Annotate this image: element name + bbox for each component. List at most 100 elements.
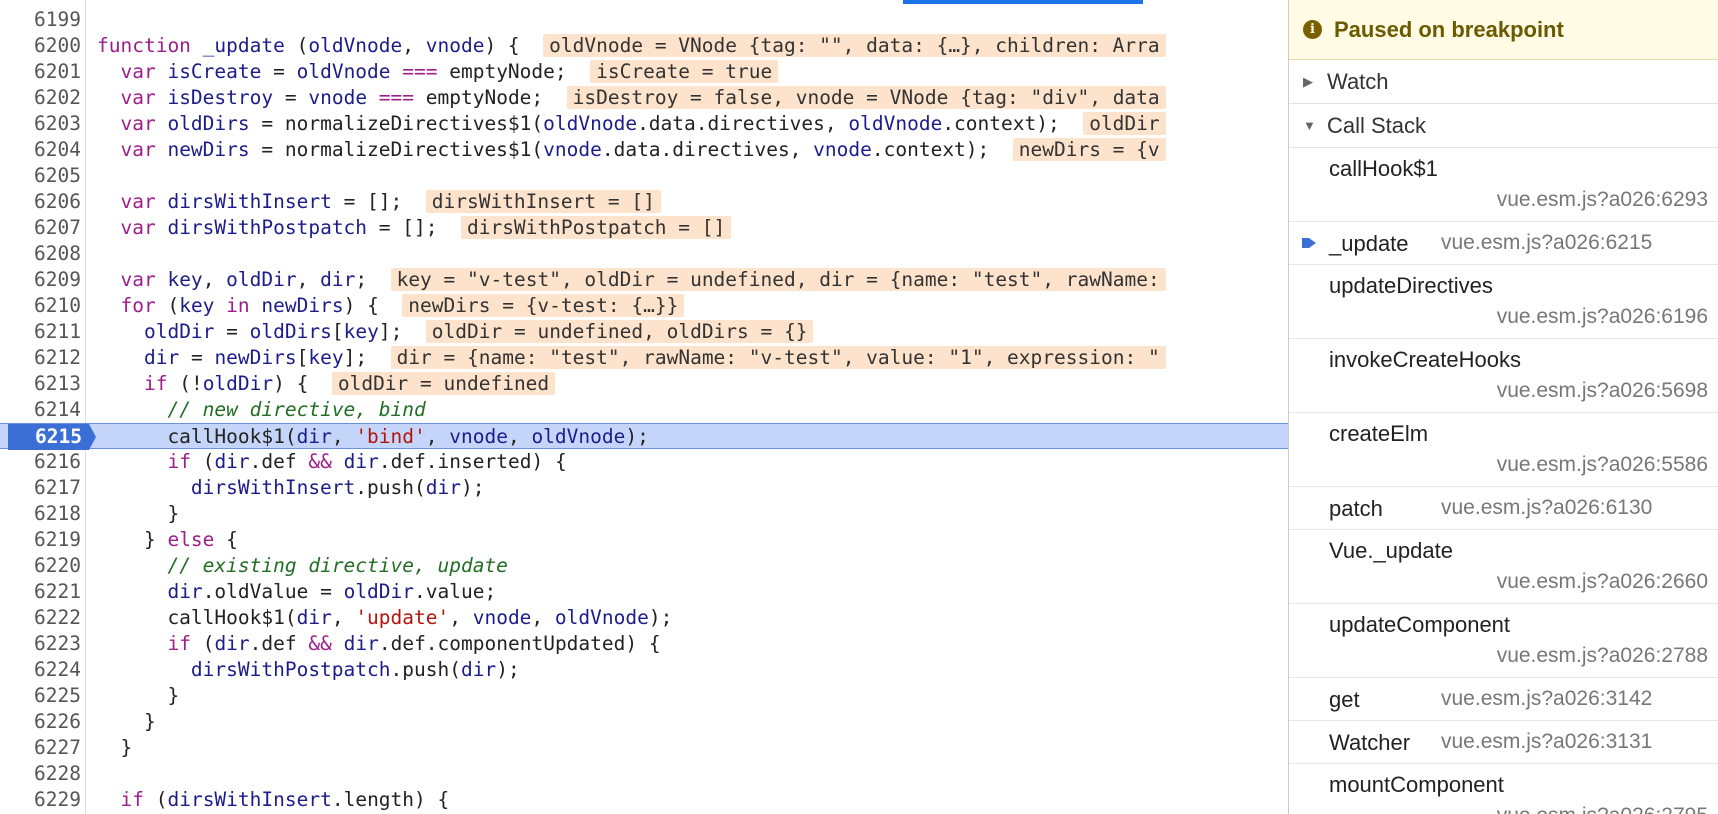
- frame-location-link[interactable]: vue.esm.js?a026:3142: [1441, 687, 1652, 711]
- call-stack-frame[interactable]: Vue._update vue.esm.js?a026:2660: [1289, 530, 1718, 604]
- code-token: 'bind': [355, 425, 426, 448]
- code-text: // existing directive, update: [97, 553, 507, 579]
- inline-variable-value: oldDir = undefined, oldDirs = {}: [425, 320, 814, 343]
- code-text: dir.oldValue = oldDir.value;: [97, 579, 496, 605]
- call-stack-section-header[interactable]: ▼ Call Stack: [1289, 104, 1718, 148]
- frame-location-link[interactable]: vue.esm.js?a026:5586: [1497, 453, 1708, 477]
- frame-location-link[interactable]: vue.esm.js?a026:3131: [1441, 730, 1652, 754]
- code-token: key: [308, 346, 344, 369]
- line-number[interactable]: 6203: [0, 111, 81, 137]
- line-number[interactable]: 6206: [0, 189, 81, 215]
- line-number[interactable]: 6217: [0, 475, 81, 501]
- code-token: newDirs: [214, 346, 297, 369]
- code-text: for (key in newDirs) { newDirs = {v-test…: [97, 293, 685, 319]
- line-number[interactable]: 6211: [0, 319, 81, 345]
- call-stack-frame[interactable]: mountComponent vue.esm.js?a026:2795: [1289, 764, 1718, 814]
- frame-location-link[interactable]: vue.esm.js?a026:6215: [1441, 231, 1652, 255]
- code-token: callHook$1(: [97, 606, 297, 629]
- line-number[interactable]: 6209: [0, 267, 81, 293]
- call-stack-frame[interactable]: updateComponent vue.esm.js?a026:2788: [1289, 604, 1718, 678]
- code-token: oldVnode: [848, 112, 943, 135]
- line-number[interactable]: 6226: [0, 709, 81, 735]
- call-stack-frame[interactable]: get vue.esm.js?a026:3142: [1289, 678, 1718, 721]
- line-number[interactable]: 6223: [0, 631, 81, 657]
- code-text: if (dir.def && dir.def.componentUpdated)…: [97, 631, 660, 657]
- line-number[interactable]: 6199: [0, 7, 81, 33]
- line-number[interactable]: 6228: [0, 761, 81, 787]
- code-token: vnode: [543, 138, 602, 161]
- call-stack-frame[interactable]: patch vue.esm.js?a026:6130: [1289, 487, 1718, 530]
- line-number[interactable]: 6225: [0, 683, 81, 709]
- code-token: .oldValue =: [202, 580, 344, 603]
- code-line: 6204 var newDirs = normalizeDirectives$1…: [0, 137, 1288, 163]
- code-token: (: [155, 788, 168, 811]
- code-token: ,: [425, 425, 450, 448]
- line-number[interactable]: 6218: [0, 501, 81, 527]
- code-text: dirsWithPostpatch.push(dir);: [97, 657, 520, 683]
- call-stack-frame[interactable]: callHook$1 vue.esm.js?a026:6293: [1289, 148, 1718, 222]
- line-number[interactable]: 6214: [0, 397, 81, 423]
- line-number[interactable]: 6202: [0, 85, 81, 111]
- line-number[interactable]: 6208: [0, 241, 81, 267]
- line-number[interactable]: 6224: [0, 657, 81, 683]
- line-number[interactable]: 6205: [0, 163, 81, 189]
- frame-location-link[interactable]: vue.esm.js?a026:2660: [1497, 570, 1708, 594]
- line-number[interactable]: 6229: [0, 787, 81, 813]
- code-token: ,: [531, 606, 555, 629]
- code-text: }: [97, 683, 179, 709]
- frame-location-link[interactable]: vue.esm.js?a026:6196: [1497, 305, 1708, 329]
- code-token: ===: [367, 86, 426, 109]
- call-stack-frame[interactable]: updateDirectives vue.esm.js?a026:6196: [1289, 265, 1718, 339]
- code-line: 6200 function _update (oldVnode, vnode) {…: [0, 33, 1288, 59]
- inline-variable-value: dirsWithInsert = []: [425, 190, 661, 213]
- code-token: );: [496, 658, 520, 681]
- code-token: dirsWithInsert: [190, 476, 356, 499]
- line-number[interactable]: 6213: [0, 371, 81, 397]
- code-line: 6201 var isCreate = oldVnode === emptyNo…: [0, 59, 1288, 85]
- source-code-panel[interactable]: 6199 6200 function _update (oldVnode, vnod…: [0, 0, 1288, 814]
- code-token: dir: [167, 580, 203, 603]
- code-token: ];: [378, 320, 426, 343]
- call-stack-frame[interactable]: invokeCreateHooks vue.esm.js?a026:5698: [1289, 339, 1718, 413]
- code-token: {: [226, 528, 238, 551]
- call-stack-frame[interactable]: _update vue.esm.js?a026:6215: [1289, 222, 1718, 265]
- code-token: .def: [249, 450, 309, 473]
- code-token: var: [120, 190, 168, 213]
- line-number[interactable]: 6219: [0, 527, 81, 553]
- code-token: =: [261, 60, 297, 83]
- code-token: dir: [320, 268, 356, 291]
- watch-section-header[interactable]: ▶ Watch: [1289, 60, 1718, 104]
- line-number[interactable]: 6201: [0, 59, 81, 85]
- line-number[interactable]: 6216: [0, 449, 81, 475]
- line-number[interactable]: 6220: [0, 553, 81, 579]
- code-token: var: [120, 60, 168, 83]
- call-stack-frame[interactable]: createElm vue.esm.js?a026:5586: [1289, 413, 1718, 487]
- frame-location-link[interactable]: vue.esm.js?a026:2795: [1497, 804, 1708, 814]
- code-token: .push(: [355, 476, 426, 499]
- line-number[interactable]: 6204: [0, 137, 81, 163]
- line-number[interactable]: 6210: [0, 293, 81, 319]
- code-token: oldVnode: [543, 112, 638, 135]
- call-stack-frame[interactable]: Watcher vue.esm.js?a026:3131: [1289, 721, 1718, 764]
- line-number[interactable]: 6207: [0, 215, 81, 241]
- frame-location-link[interactable]: vue.esm.js?a026:5698: [1497, 379, 1708, 403]
- code-token: .data.directives,: [601, 138, 814, 161]
- breakpoint-arrow-icon[interactable]: [86, 424, 96, 450]
- line-number[interactable]: 6212: [0, 345, 81, 371]
- line-number[interactable]: 6227: [0, 735, 81, 761]
- code-line: 6212 dir = newDirs[key]; dir = {name: "t…: [0, 345, 1288, 371]
- code-token: .context);: [871, 138, 1013, 161]
- frame-location-link[interactable]: vue.esm.js?a026:2788: [1497, 644, 1708, 668]
- frame-location-link[interactable]: vue.esm.js?a026:6130: [1441, 496, 1652, 520]
- code-line: 6209 var key, oldDir, dir; key = "v-test…: [0, 267, 1288, 293]
- breakpoint-line-number[interactable]: 6215: [8, 424, 86, 450]
- line-number[interactable]: 6222: [0, 605, 81, 631]
- code-token: var: [120, 86, 168, 109]
- line-number[interactable]: 6221: [0, 579, 81, 605]
- line-number[interactable]: 6200: [0, 33, 81, 59]
- frame-location-link[interactable]: vue.esm.js?a026:6293: [1497, 188, 1708, 212]
- code-token: ,: [507, 425, 532, 448]
- code-text: callHook$1(dir, 'update', vnode, oldVnod…: [97, 605, 672, 631]
